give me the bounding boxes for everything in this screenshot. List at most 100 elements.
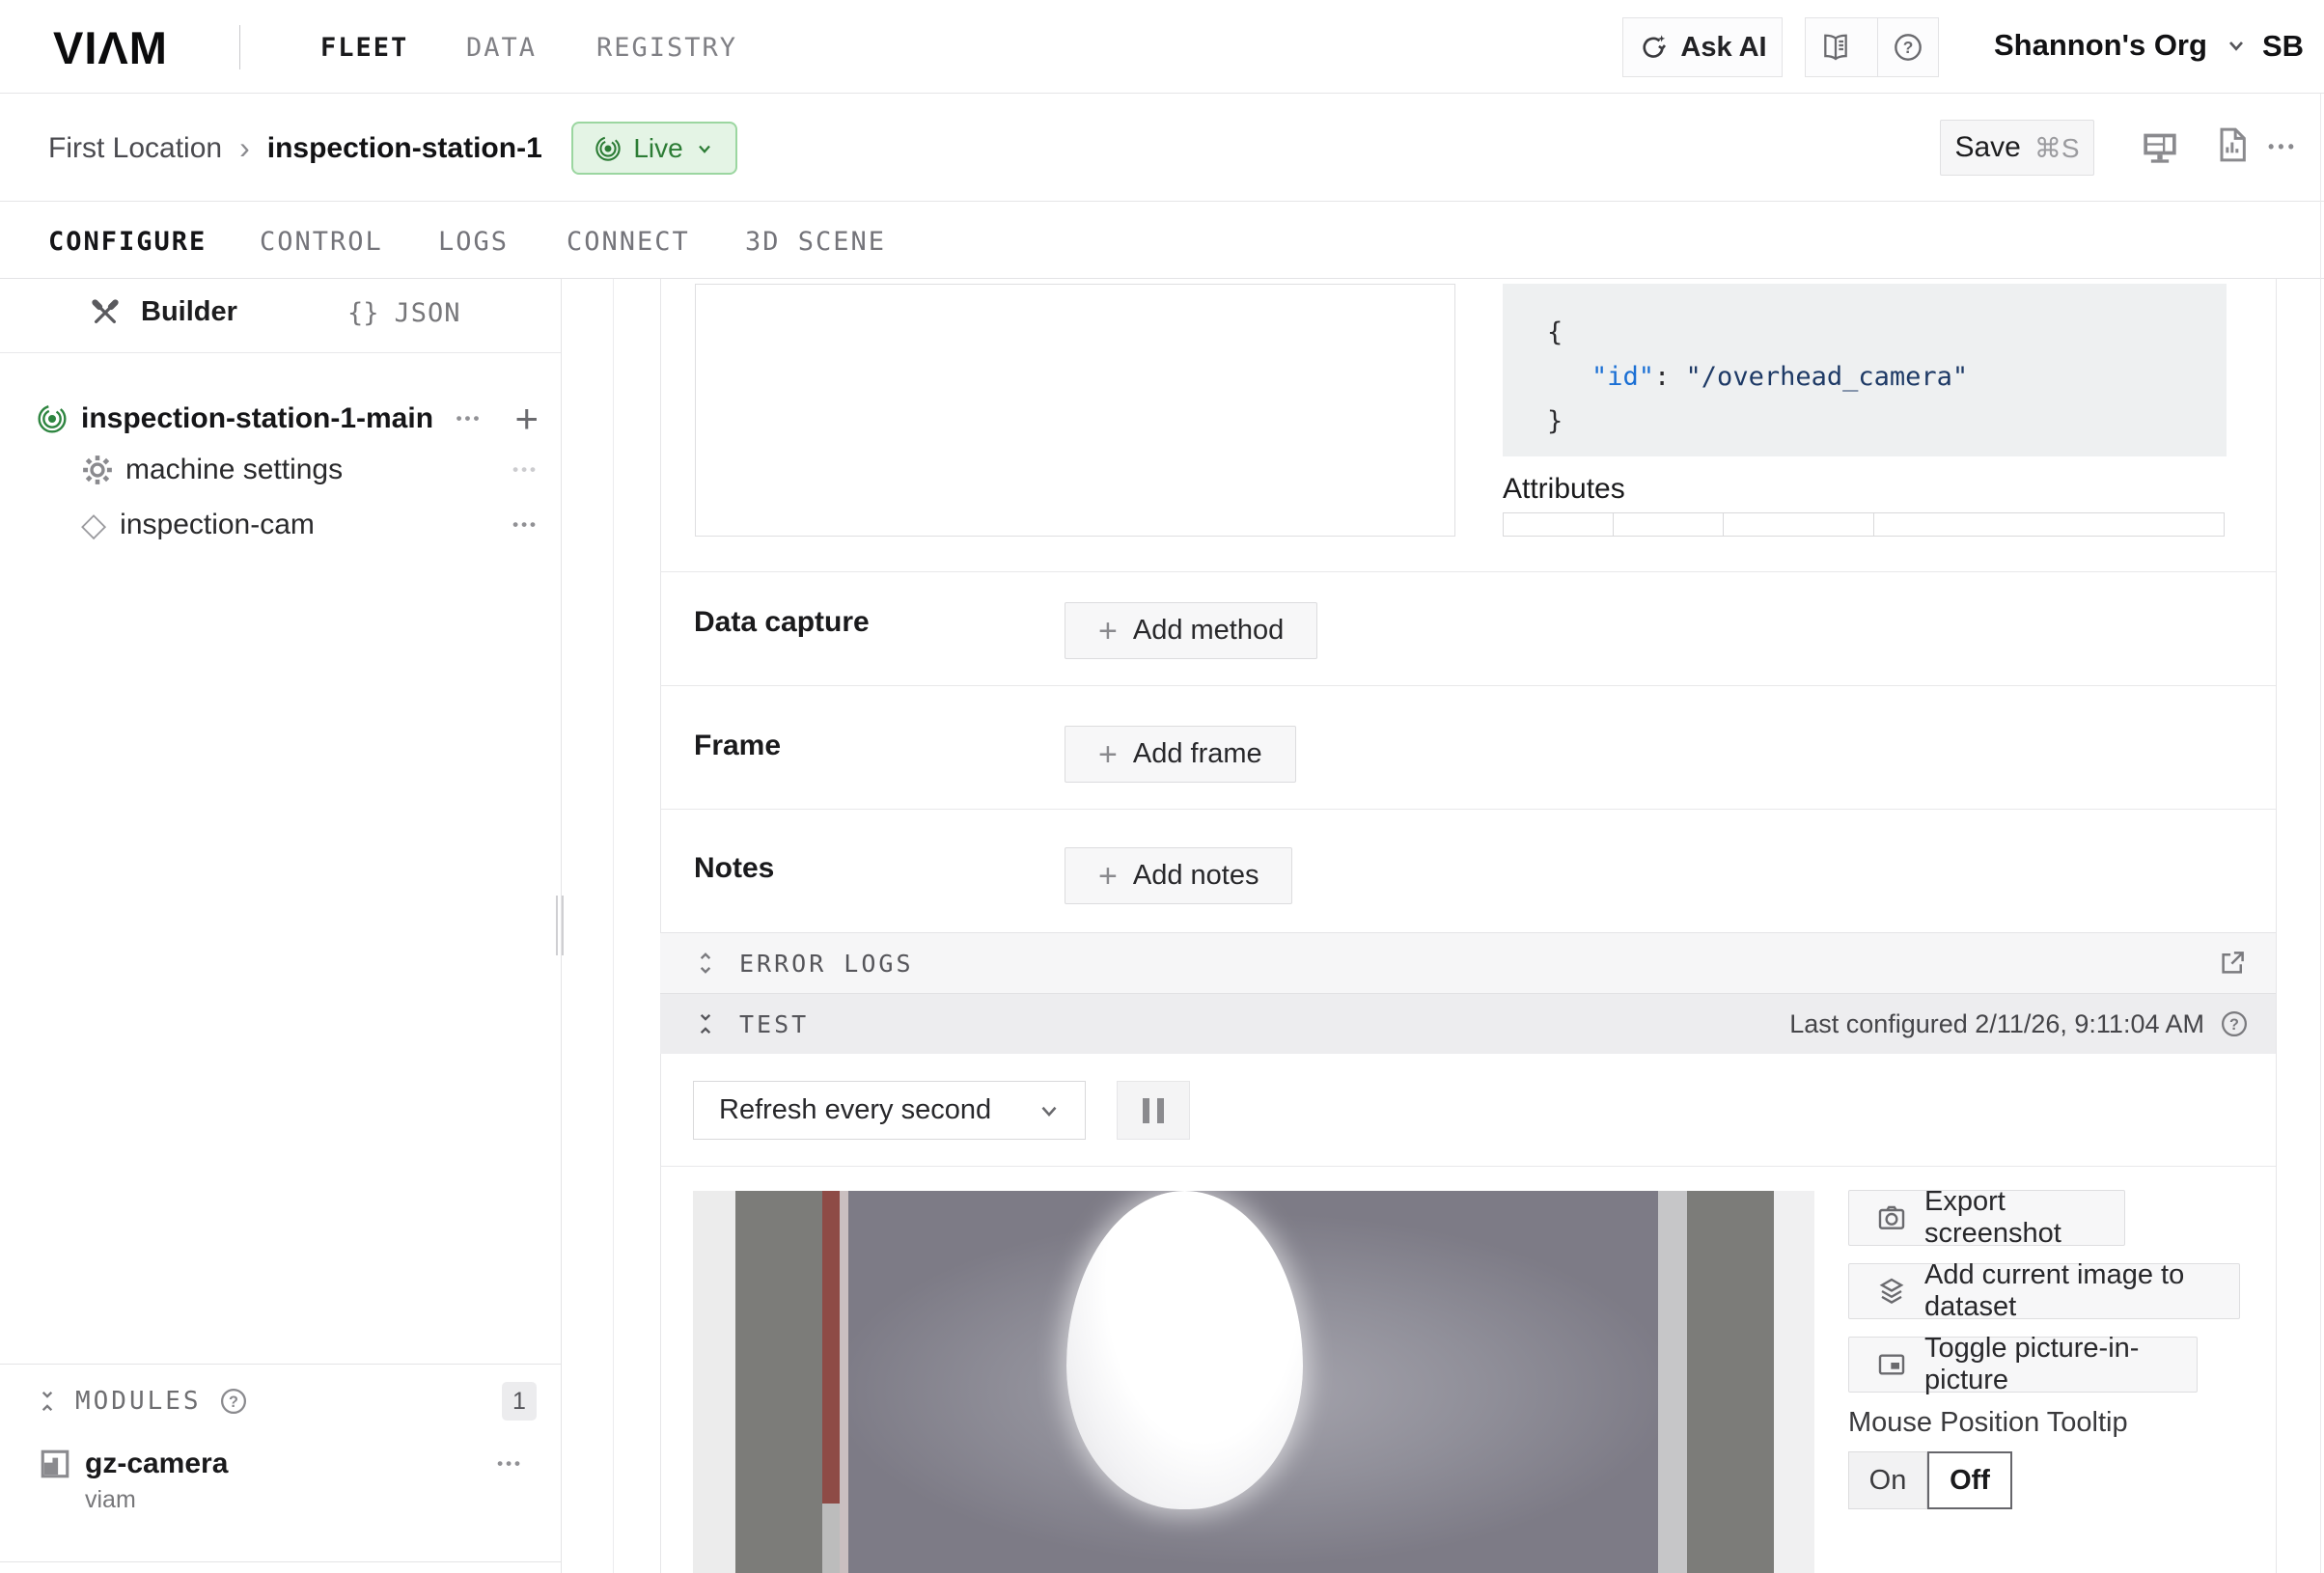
- machine-tabs: CONFIGURE CONTROL LOGS CONNECT 3D SCENE: [0, 202, 2324, 279]
- expand-icon: [693, 951, 718, 976]
- toggle-pip-label: Toggle picture-in-picture: [1924, 1333, 2170, 1396]
- module-name: gz-camera: [85, 1448, 228, 1480]
- module-row-gz-camera[interactable]: gz-camera ••• viam: [39, 1448, 537, 1514]
- tree-item-inspection-cam[interactable]: ◇ inspection-cam •••: [81, 509, 539, 541]
- toggle-pip-button[interactable]: Toggle picture-in-picture: [1848, 1337, 2198, 1393]
- org-switcher[interactable]: Shannon's Org: [1994, 28, 2248, 63]
- machine-report-button[interactable]: [2212, 125, 2251, 164]
- more-actions-button[interactable]: •••: [2268, 137, 2298, 157]
- sidebar-resize-handle[interactable]: [556, 896, 564, 955]
- nav-data[interactable]: DATA: [466, 33, 537, 63]
- code-open-brace: {: [1547, 317, 1563, 347]
- tree-item-main-part[interactable]: inspection-station-1-main ••• +: [37, 399, 539, 439]
- modules-header[interactable]: MODULES ? 1: [35, 1382, 537, 1421]
- code-close-brace: }: [1547, 406, 1563, 436]
- header-divider: [239, 25, 240, 69]
- machine-settings-menu-icon[interactable]: •••: [512, 460, 539, 480]
- attributes-title: Attributes: [1503, 473, 1625, 506]
- module-menu-icon[interactable]: •••: [497, 1454, 523, 1474]
- frame-label: Frame: [694, 730, 781, 762]
- avatar[interactable]: SB: [2262, 29, 2304, 64]
- machine-dashboard-button[interactable]: [2141, 127, 2179, 166]
- docs-help-group: ?: [1805, 17, 1939, 77]
- tools-icon: [91, 298, 120, 327]
- picture-in-picture-icon: [1876, 1349, 1907, 1380]
- tab-control[interactable]: CONTROL: [260, 227, 383, 257]
- tree-item-machine-settings[interactable]: machine settings •••: [81, 454, 539, 486]
- help-icon[interactable]: ?: [2220, 1009, 2249, 1038]
- diamond-icon: ◇: [81, 509, 106, 541]
- json-toggle[interactable]: {} JSON: [347, 298, 461, 328]
- broadcast-icon: [37, 403, 68, 434]
- modules-count-badge: 1: [502, 1382, 537, 1421]
- add-to-dataset-label: Add current image to dataset: [1924, 1259, 2212, 1323]
- config-code-block[interactable]: { "id": "/overhead_camera" }: [1503, 284, 2227, 456]
- pause-refresh-button[interactable]: [1117, 1081, 1190, 1140]
- machine-toolbar: First Location › inspection-station-1 Li…: [0, 94, 2324, 202]
- notes-label: Notes: [694, 852, 774, 885]
- camera-stream-image[interactable]: [693, 1191, 1814, 1573]
- pane-divider: [613, 279, 614, 1573]
- tooltip-on-button[interactable]: On: [1848, 1451, 1927, 1509]
- attributes-table[interactable]: [1503, 512, 2225, 537]
- machine-settings-label: machine settings: [125, 454, 343, 486]
- builder-toggle[interactable]: Builder: [91, 296, 237, 328]
- save-button[interactable]: Save ⌘S: [1940, 120, 2094, 176]
- viam-logo[interactable]: VIΛM: [53, 21, 168, 74]
- add-method-button[interactable]: + Add method: [1065, 602, 1317, 659]
- modules-panel-bottom-border: [0, 1561, 561, 1562]
- tab-3d-scene[interactable]: 3D SCENE: [745, 227, 886, 257]
- view-mode-switch: Builder {} JSON: [0, 279, 561, 353]
- add-frame-button[interactable]: + Add frame: [1065, 726, 1296, 783]
- pause-icon: [1143, 1098, 1164, 1123]
- main-part-menu-icon[interactable]: •••: [456, 409, 483, 428]
- ask-ai-icon: [1638, 32, 1669, 63]
- test-bar[interactable]: TEST Last configured 2/11/26, 9:11:04 AM…: [660, 993, 2276, 1054]
- org-name: Shannon's Org: [1994, 28, 2207, 63]
- external-link-icon[interactable]: [2218, 949, 2247, 978]
- add-to-dataset-button[interactable]: Add current image to dataset: [1848, 1263, 2240, 1319]
- add-notes-button[interactable]: + Add notes: [1065, 847, 1292, 904]
- camera-scene-pole: [822, 1191, 840, 1504]
- error-logs-bar[interactable]: ERROR LOGS: [660, 932, 2276, 993]
- ask-ai-button[interactable]: Ask AI: [1622, 17, 1783, 77]
- code-value: "/overhead_camera": [1686, 362, 1969, 392]
- docs-button[interactable]: [1806, 17, 1866, 77]
- add-frame-label: Add frame: [1133, 738, 1262, 770]
- save-shortcut: ⌘S: [2034, 132, 2080, 164]
- top-header: VIΛM FLEET DATA REGISTRY Ask AI: [0, 0, 2324, 94]
- inspection-cam-menu-icon[interactable]: •••: [512, 515, 539, 535]
- nav-registry[interactable]: REGISTRY: [596, 33, 737, 63]
- page-scrollbar[interactable]: [2320, 94, 2321, 1573]
- section-divider: [660, 809, 2276, 810]
- main-part-name: inspection-station-1-main: [81, 402, 433, 435]
- section-divider: [660, 571, 2276, 572]
- config-card-right-border: [2276, 279, 2277, 1573]
- page-title: inspection-station-1: [267, 132, 542, 165]
- code-key: "id": [1591, 362, 1654, 392]
- status-label: Live: [633, 133, 682, 164]
- tab-configure[interactable]: CONFIGURE: [48, 227, 207, 257]
- braces-icon: {}: [347, 298, 379, 328]
- nav-fleet[interactable]: FLEET: [320, 33, 408, 63]
- modules-panel-border: [0, 1364, 561, 1365]
- svg-text:?: ?: [1903, 38, 1914, 57]
- help-button[interactable]: ?: [1877, 17, 1938, 77]
- export-screenshot-button[interactable]: Export screenshot: [1848, 1190, 2125, 1246]
- component-preview-box: [695, 284, 1455, 537]
- breadcrumb-location[interactable]: First Location: [48, 132, 222, 165]
- add-component-button[interactable]: +: [514, 399, 539, 439]
- camera-icon: [1876, 1202, 1907, 1233]
- svg-text:?: ?: [2229, 1016, 2239, 1034]
- tab-logs[interactable]: LOGS: [438, 227, 509, 257]
- data-capture-label: Data capture: [694, 606, 870, 639]
- tab-connect[interactable]: CONNECT: [567, 227, 690, 257]
- add-method-label: Add method: [1133, 615, 1284, 647]
- refresh-rate-select[interactable]: Refresh every second: [693, 1081, 1086, 1140]
- error-logs-title: ERROR LOGS: [739, 950, 914, 978]
- status-badge[interactable]: Live: [571, 122, 737, 175]
- plus-icon: +: [1098, 615, 1118, 648]
- last-configured-text: Last configured 2/11/26, 9:11:04 AM: [1789, 1009, 2204, 1039]
- plus-icon: +: [1098, 860, 1118, 893]
- tooltip-off-button[interactable]: Off: [1927, 1451, 2012, 1509]
